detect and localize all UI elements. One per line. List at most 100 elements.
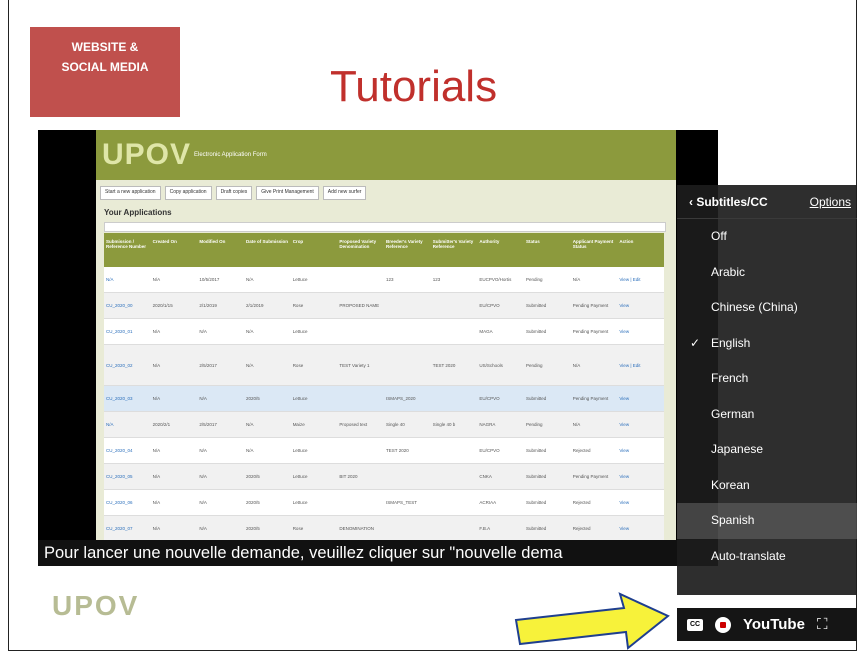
toolbar-copy-application-button[interactable]: Copy application [164,186,212,200]
table-cell: Rejected [572,448,591,453]
row-action-link[interactable]: View | Edit [617,275,664,284]
table-cell [431,330,478,334]
subtitle-option-label: English [711,335,751,350]
back-button[interactable]: ‹ Subtitles/CC [689,195,768,209]
subtitles-menu-title: Subtitles/CC [696,194,768,209]
options-link[interactable]: Options [810,195,851,209]
subtitle-option-japanese[interactable]: Japanese [677,432,857,468]
row-action-link[interactable]: View [617,524,664,533]
table-filter-row[interactable] [104,222,666,232]
subtitle-option-french[interactable]: French [677,361,857,397]
table-row[interactable]: CU_2020_03 N/A N/A 2020/5 Lettuce ISMAPS_2020… [104,386,664,412]
table-row[interactable]: CU_2020_07 N/A N/A 2020/5 Rose DENOMINATION F.… [104,516,664,542]
table-cell [431,527,478,531]
table-cell: Rose [292,526,304,531]
table-cell: BIT 2020 [339,474,358,479]
subtitle-option-label: Korean [711,477,750,492]
table-cell[interactable]: CU_2020_07 [104,524,151,533]
table-cell: EUCPVO/Hortis [479,277,512,282]
subtitle-option-german[interactable]: German [677,397,857,433]
table-cell[interactable]: CU_2020_02 [104,361,151,370]
toolbar-new-application-button[interactable]: Start a new application [100,186,161,200]
column-header[interactable]: Proposed Variety Denomination [337,233,384,267]
row-action-link[interactable]: View | Edit [617,361,664,370]
pointer-arrow-shape [514,592,670,650]
toolbar-draft-copies-button[interactable]: Draft copies [215,186,253,200]
table-cell: N/A [199,396,207,401]
table-cell: Lettuce [292,396,308,401]
table-cell: EU/CPVO [479,396,500,401]
table-cell: Lettuce [292,277,308,282]
table-cell[interactable]: N/A [104,275,151,284]
table-row[interactable]: CU_2020_04 N/A N/A N/A Lettuce TEST 2020 EU/CP… [104,438,664,464]
table-cell[interactable]: CU_2020_06 [104,498,151,507]
table-cell[interactable]: CU_2020_05 [104,472,151,481]
row-action-link[interactable]: View [617,498,664,507]
row-action-link[interactable]: View [617,301,664,310]
column-header[interactable]: Crop [291,233,338,267]
table-cell[interactable]: CU_2020_00 [104,301,151,310]
video-player[interactable]: UPOV Electronic Application Form Start a… [38,130,718,566]
row-action-link[interactable]: View [617,446,664,455]
table-row[interactable]: CU_2020_01 N/A N/A N/A Lettuce MAGA Submitted P… [104,319,664,345]
table-row[interactable]: N/A 2020/2/1 2/5/2017 N/A Maize Proposed text… [104,412,664,438]
table-cell: Pending [526,277,543,282]
table-cell[interactable]: N/A [104,420,151,429]
youtube-logo[interactable]: YouTube [743,616,805,633]
table-row[interactable]: CU_2020_06 N/A N/A 2020/5 Lettuce ISMAPS_TEST… [104,490,664,516]
row-action-link[interactable]: View [617,394,664,403]
table-cell: N/A [152,448,161,453]
column-header[interactable]: Authority [477,233,524,267]
table-row[interactable]: CU_2020_02 N/A 2/5/2017 N/A Rose TEST Variety… [104,345,664,386]
column-header[interactable]: Modified On [197,233,244,267]
table-cell[interactable]: CU_2020_03 [104,394,151,403]
column-header[interactable]: Action [617,233,664,267]
column-header[interactable]: Created On [151,233,198,267]
subtitle-option-arabic[interactable]: Arabic [677,255,857,291]
table-cell [384,304,431,308]
row-action-link[interactable]: View [617,327,664,336]
row-action-link[interactable]: View [617,472,664,481]
applications-table-body: N/A N/A 10/5/2017 N/A Lettuce 123 123 EUCPVO/Ho… [104,267,664,542]
table-cell: 2/5/2017 [199,422,217,427]
cc-button[interactable]: CC [687,618,703,631]
table-cell: 2020/5 [246,474,260,479]
app-screenshot: UPOV Electronic Application Form Start a… [96,130,676,542]
applications-table-header: Submission / Reference Number Created On M… [104,233,664,267]
table-cell: N/A [246,422,254,427]
column-header[interactable]: Submitter's Variety Reference [431,233,478,267]
badge-line-2: SOCIAL MEDIA [61,60,149,74]
table-cell [431,501,478,505]
subtitle-option-label: Spanish [711,513,755,527]
subtitle-option-chinese-china[interactable]: Chinese (China) [677,290,857,326]
settings-gear-icon[interactable] [715,616,731,633]
subtitle-option-korean[interactable]: Korean [677,468,857,504]
table-cell: Pending Payment [572,303,609,308]
table-cell: 123 [386,277,394,282]
table-cell[interactable]: CU_2020_04 [104,446,151,455]
table-row[interactable]: CU_2020_00 2020/1/15 2/1/2019 2/1/2019 Rose P… [104,293,664,319]
subtitle-option-off[interactable]: Off [677,219,857,255]
subtitles-menu-header: ‹ Subtitles/CC Options [677,185,857,219]
table-cell: Submitted [526,303,547,308]
row-action-link[interactable]: View [617,420,664,429]
column-header[interactable]: Submission / Reference Number [104,233,151,267]
table-cell: N/A [246,362,254,368]
subtitle-option-label: Off [711,229,727,243]
subtitle-option-english[interactable]: ✓ English [677,326,857,362]
table-row[interactable]: N/A N/A 10/5/2017 N/A Lettuce 123 123 EUCPVO/Ho… [104,267,664,293]
table-cell: ISMAPS_2020 [386,396,416,401]
fullscreen-icon[interactable]: ⛶ [817,616,828,633]
subtitle-option-auto-translate[interactable]: Auto-translate [677,539,857,575]
table-cell: Maize [292,422,305,427]
column-header[interactable]: Applicant Payment Status [571,233,618,267]
table-row[interactable]: CU_2020_05 N/A N/A 2020/5 Lettuce BIT 2020 CNK… [104,464,664,490]
table-cell: ISMAPS_TEST [386,500,418,505]
table-cell[interactable]: CU_2020_01 [104,327,151,336]
toolbar-print-management-button[interactable]: Give Print Management [256,186,319,200]
column-header[interactable]: Date of Submission [244,233,291,267]
subtitle-option-spanish[interactable]: Spanish [677,503,857,539]
toolbar-add-user-button[interactable]: Add new surfer [322,186,367,200]
column-header[interactable]: Breeder's Variety Reference [384,233,431,267]
column-header[interactable]: Status [524,233,571,267]
